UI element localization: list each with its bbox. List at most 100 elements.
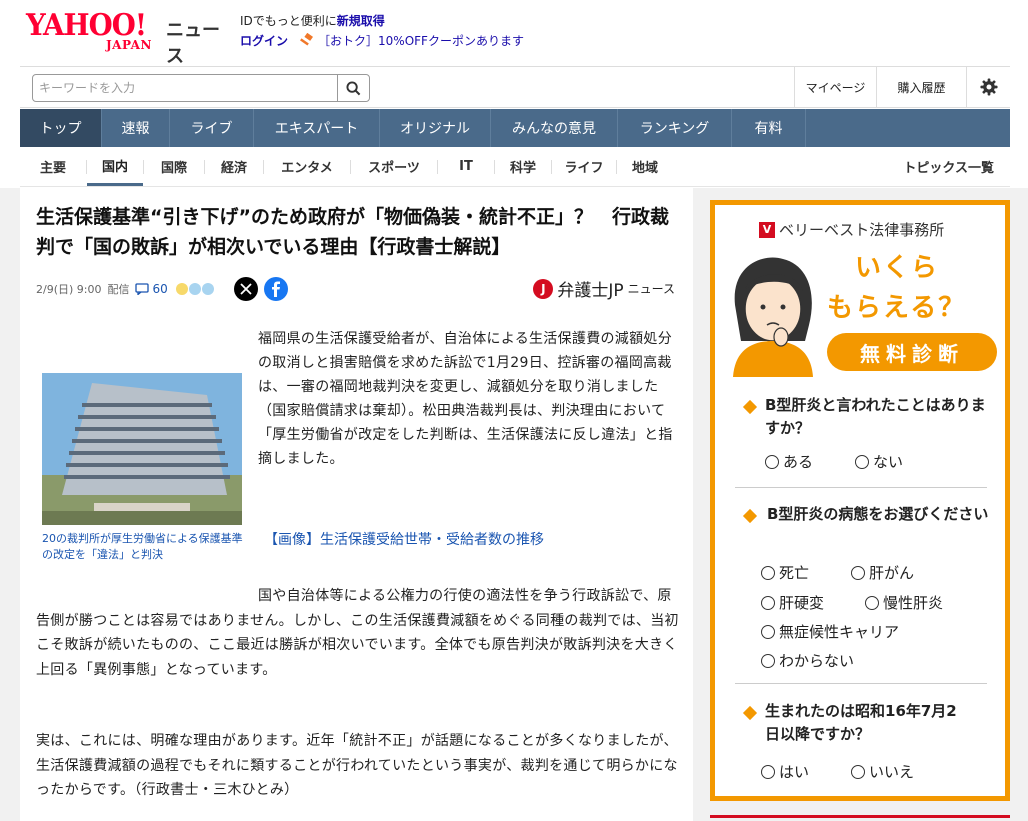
login-link[interactable]: ログイン bbox=[240, 32, 288, 49]
article-meta: 2/9(日) 9:00 配信 60 bbox=[36, 276, 288, 302]
radio-icon bbox=[761, 624, 775, 639]
id-prompt-text: IDでもっと便利に bbox=[240, 14, 337, 28]
x-logo-icon bbox=[240, 283, 252, 295]
ad-q2-option-death[interactable]: 死亡 bbox=[761, 562, 809, 583]
yahoo-news-logo[interactable]: YAHOO! JAPAN ニュース bbox=[26, 10, 236, 68]
category-local[interactable]: 地域 bbox=[617, 147, 673, 186]
sidebar-ad[interactable]: V ベリーベスト法律事務所 いくら もらえる？ 無料診断 B型肝炎と言われたこと… bbox=[710, 200, 1010, 801]
article-photo[interactable] bbox=[42, 325, 242, 525]
ad-firm-name: ベリーベスト法律事務所 bbox=[779, 221, 945, 239]
main-nav-breaking[interactable]: 速報 bbox=[102, 109, 170, 147]
purchase-history-link[interactable]: 購入履歴 bbox=[876, 67, 966, 107]
radio-icon bbox=[761, 764, 775, 779]
register-link[interactable]: 新規取得 bbox=[337, 14, 385, 28]
search-input[interactable] bbox=[33, 75, 337, 101]
option-label: 肝がん bbox=[869, 564, 915, 582]
ad-q2-option-chronic-hepatitis[interactable]: 慢性肝炎 bbox=[865, 592, 943, 613]
main-nav-opinions[interactable]: みんなの意見 bbox=[491, 109, 618, 147]
image-link[interactable]: 【画像】生活保護受給世帯・受給者数の推移 bbox=[264, 529, 544, 549]
coupon-promo-link[interactable]: ［おトク］10%OFFクーポンあります bbox=[318, 32, 524, 49]
option-label: 死亡 bbox=[779, 564, 810, 582]
radio-icon bbox=[761, 653, 775, 668]
reaction-icons bbox=[175, 283, 214, 295]
option-label: ある bbox=[783, 453, 814, 471]
neutral-face-icon bbox=[188, 283, 201, 295]
ad-firm: V ベリーベスト法律事務所 bbox=[759, 219, 944, 240]
radio-icon bbox=[855, 454, 869, 469]
option-label: はい bbox=[779, 763, 810, 781]
radio-icon bbox=[761, 565, 775, 580]
body-paragraph-1: 国や自治体等による公権力の行使の適法性を争う行政訴訟で、原告側が勝つことは容易で… bbox=[36, 588, 679, 678]
ad-headline-1: いくら bbox=[855, 253, 940, 283]
body-paragraph-2: 実は、これには、明確な理由があります。近年「統計不正」が話題になることが多くなり… bbox=[36, 733, 678, 798]
ad-q1-option-no[interactable]: ない bbox=[855, 451, 903, 472]
comment-icon bbox=[135, 283, 150, 295]
x-share-button[interactable] bbox=[233, 277, 258, 301]
category-sports[interactable]: スポーツ bbox=[351, 147, 437, 186]
option-label: 肝硬変 bbox=[779, 594, 825, 612]
id-prompt: IDでもっと便利に新規取得 bbox=[240, 12, 385, 29]
publisher-mark-icon: J bbox=[533, 278, 554, 299]
photo-caption[interactable]: 20の裁判所が厚生労働省による保護基準の改定を「違法」と判決 bbox=[42, 531, 247, 563]
sad-face-icon bbox=[201, 283, 214, 295]
option-label: いいえ bbox=[869, 763, 915, 781]
ad-question-3: 生まれたのは昭和16年7月2日以降ですか？ bbox=[765, 702, 957, 743]
ad-headline-2: もらえる？ bbox=[827, 293, 967, 323]
option-label: 無症候性キャリア bbox=[779, 623, 900, 641]
radio-icon bbox=[765, 454, 779, 469]
main-nav-top[interactable]: トップ bbox=[20, 109, 102, 147]
next-ad-edge bbox=[710, 815, 1010, 821]
main-nav: トップ 速報 ライブ エキスパート オリジナル みんなの意見 ランキング 有料 bbox=[20, 109, 1010, 147]
main-nav-expert[interactable]: エキスパート bbox=[254, 109, 380, 147]
category-entertainment[interactable]: エンタメ bbox=[264, 147, 350, 186]
category-science[interactable]: 科学 bbox=[495, 147, 551, 186]
gear-icon bbox=[979, 78, 998, 96]
lead-paragraph: 福岡県の生活保護受給者が、自治体による生活保護費の減額処分の取消しと損害賠償を求… bbox=[258, 331, 673, 467]
comment-count: 60 bbox=[152, 282, 168, 296]
publisher-subtitle: ニュース bbox=[627, 282, 675, 296]
category-international[interactable]: 国際 bbox=[144, 147, 204, 186]
category-life[interactable]: ライフ bbox=[552, 147, 616, 186]
main-nav-live[interactable]: ライブ bbox=[170, 109, 254, 147]
divider bbox=[735, 487, 987, 488]
category-it[interactable]: IT bbox=[438, 147, 494, 186]
ad-q3-option-yes[interactable]: はい bbox=[761, 761, 809, 782]
ad-q2-option-unknown[interactable]: わからない bbox=[761, 650, 854, 671]
publisher-name: 弁護士JP bbox=[557, 281, 624, 301]
publish-suffix: 配信 bbox=[107, 283, 130, 296]
search-box bbox=[32, 74, 370, 102]
ad-q3-option-no[interactable]: いいえ bbox=[851, 761, 914, 782]
option-label: ない bbox=[873, 453, 904, 471]
main-nav-original[interactable]: オリジナル bbox=[380, 109, 491, 147]
publisher-logo[interactable]: J 弁護士JP ニュース bbox=[533, 276, 675, 301]
question-marker-icon bbox=[742, 399, 758, 415]
search-button[interactable] bbox=[337, 75, 369, 101]
radio-icon bbox=[761, 595, 775, 610]
question-marker-icon bbox=[742, 508, 758, 524]
facebook-share-button[interactable] bbox=[263, 277, 288, 301]
ad-q2-option-liver-cancer[interactable]: 肝がん bbox=[851, 562, 914, 583]
article-title: 生活保護基準“引き下げ”のため政府が「物価偽装・統計不正」？ 行政裁判で「国の敗… bbox=[36, 206, 669, 258]
ad-q1-option-yes[interactable]: ある bbox=[765, 451, 813, 472]
category-main[interactable]: 主要 bbox=[20, 147, 86, 186]
topics-list-link[interactable]: トピックス一覧 bbox=[903, 147, 994, 186]
search-icon bbox=[346, 80, 361, 95]
main-nav-ranking[interactable]: ランキング bbox=[618, 109, 732, 147]
building-photo bbox=[42, 325, 242, 525]
ad-q2-option-cirrhosis[interactable]: 肝硬変 bbox=[761, 592, 824, 613]
search-toolbar: マイページ 購入履歴 bbox=[20, 66, 1010, 108]
free-diagnosis-button[interactable]: 無料診断 bbox=[827, 333, 997, 371]
yahoo-logo-japan: JAPAN bbox=[106, 38, 152, 52]
settings-button[interactable] bbox=[966, 67, 1010, 107]
main-nav-paid[interactable]: 有料 bbox=[732, 109, 806, 147]
ad-q2-option-asymptomatic-carrier[interactable]: 無症候性キャリア bbox=[761, 621, 899, 642]
law-firm-logo-icon: V bbox=[759, 221, 775, 238]
option-label: わからない bbox=[779, 652, 855, 670]
option-label: 慢性肝炎 bbox=[883, 594, 944, 612]
category-domestic[interactable]: 国内 bbox=[87, 147, 143, 186]
comments-link[interactable]: 60 bbox=[135, 282, 168, 296]
divider bbox=[735, 683, 987, 684]
mypage-link[interactable]: マイページ bbox=[794, 67, 876, 107]
category-economy[interactable]: 経済 bbox=[205, 147, 263, 186]
facebook-logo-icon bbox=[271, 281, 280, 297]
